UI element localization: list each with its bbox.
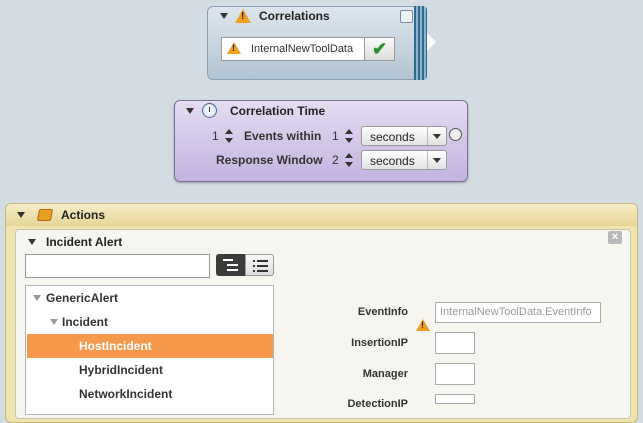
list-view-button[interactable] (245, 254, 274, 276)
tree-item-label: HybridIncident (79, 363, 164, 377)
correlation-time-collapse-toggle[interactable] (186, 108, 194, 114)
response-window-unit-value: seconds (370, 154, 415, 168)
correlation-item-label: InternalNewToolData (251, 43, 354, 55)
stepper-down-icon[interactable] (225, 138, 233, 143)
response-window-amount: 2 (332, 153, 339, 167)
tree-item-incident[interactable]: Incident (27, 310, 273, 334)
events-within-amount: 1 (332, 129, 339, 143)
list-view-icon (253, 260, 268, 272)
warning-icon (227, 42, 241, 54)
eventinfo-label: EventInfo (357, 306, 408, 318)
stepper-up-icon[interactable] (225, 129, 233, 134)
stepper-down-icon[interactable] (345, 162, 353, 167)
actions-title: Actions (61, 208, 106, 222)
incident-alert-collapse-toggle[interactable] (28, 239, 36, 245)
events-count-value: 1 (212, 129, 219, 143)
events-within-stepper[interactable] (345, 129, 353, 143)
correlation-item-check-button[interactable]: ✔ (364, 37, 395, 61)
eventinfo-field[interactable]: InternalNewToolData.EventInfo (435, 302, 601, 323)
actions-collapse-toggle[interactable] (17, 212, 25, 218)
actions-icon (36, 209, 54, 221)
tree-item-label: Incident (62, 315, 109, 329)
tree-item-genericalert[interactable]: GenericAlert (27, 286, 273, 310)
stepper-down-icon[interactable] (345, 138, 353, 143)
incident-alert-title: Incident Alert (46, 235, 123, 249)
manager-field[interactable] (435, 363, 475, 385)
tree-item-hostincident[interactable]: HostIncident (27, 334, 273, 358)
tree-view-button[interactable] (216, 254, 245, 276)
events-count-stepper[interactable] (225, 129, 233, 143)
warning-icon (416, 319, 430, 331)
tree-item-label: GenericAlert (46, 291, 119, 305)
response-window-label: Response Window (216, 153, 323, 167)
expand-toggle-icon[interactable] (33, 295, 41, 301)
tree-item-label: NetworkIncident (79, 387, 173, 401)
chevron-down-icon[interactable] (427, 151, 446, 169)
checkmark-icon: ✔ (371, 39, 388, 59)
events-within-unit-select[interactable]: seconds (361, 126, 447, 146)
correlation-time-title: Correlation Time (230, 104, 326, 118)
detectionip-field[interactable] (435, 394, 475, 404)
events-within-label: Events within (244, 129, 322, 143)
tree-item-label: HostIncident (79, 339, 152, 353)
insertionip-label: InsertionIP (351, 337, 408, 349)
correlations-connector-edge (414, 6, 427, 80)
correlations-settings-icon[interactable] (400, 10, 413, 23)
search-input[interactable] (25, 254, 210, 278)
events-within-unit-value: seconds (370, 130, 415, 144)
eventinfo-value: InternalNewToolData.EventInfo (440, 306, 592, 318)
correlations-output-arrow[interactable] (427, 33, 436, 51)
manager-label: Manager (362, 368, 408, 380)
response-window-unit-select[interactable]: seconds (361, 150, 447, 170)
stepper-up-icon[interactable] (345, 129, 353, 134)
clock-icon (202, 103, 217, 118)
correlations-title: Correlations (259, 9, 330, 23)
response-window-stepper[interactable] (345, 153, 353, 167)
tree-item-hybridincident[interactable]: HybridIncident (27, 358, 273, 382)
stepper-up-icon[interactable] (345, 153, 353, 158)
tree-view-icon (223, 259, 238, 271)
time-settings-icon[interactable] (449, 128, 462, 141)
tree-item-networkincident[interactable]: NetworkIncident (27, 382, 273, 406)
insertionip-field[interactable] (435, 332, 475, 354)
event-type-tree: GenericAlert Incident HostIncident Hybri… (25, 285, 274, 415)
detectionip-label: DetectionIP (347, 398, 408, 410)
correlations-collapse-toggle[interactable] (220, 13, 228, 19)
warning-icon (235, 9, 251, 23)
expand-toggle-icon[interactable] (50, 319, 58, 325)
close-icon[interactable]: × (608, 231, 622, 244)
chevron-down-icon[interactable] (427, 127, 446, 145)
